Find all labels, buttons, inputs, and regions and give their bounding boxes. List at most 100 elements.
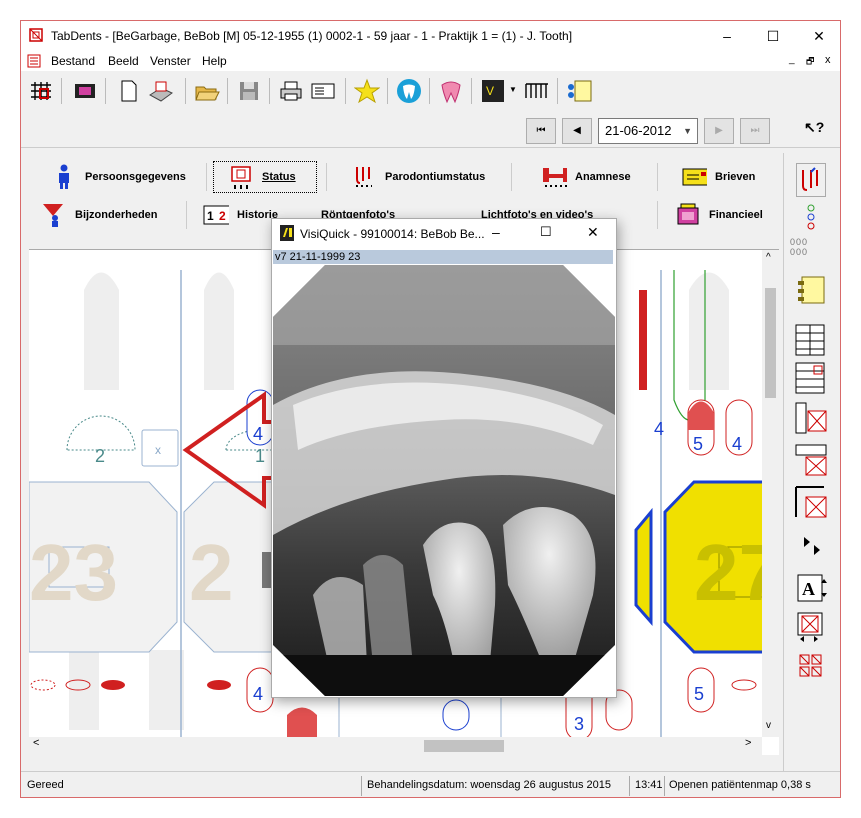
tab-label: Persoonsgegevens xyxy=(85,171,186,183)
split-red-icon[interactable] xyxy=(794,401,828,438)
scroll-thumb[interactable] xyxy=(424,740,504,752)
last-record-button[interactable]: ⏭ xyxy=(740,118,770,144)
print-icon[interactable] xyxy=(277,77,305,105)
paro-icon xyxy=(351,164,377,190)
corner-red-icon[interactable] xyxy=(794,485,828,522)
date-value: 21-06-2012 xyxy=(605,123,672,138)
status-message: Openen patiëntenmap 0,38 s xyxy=(669,779,811,791)
mdi-restore-button[interactable]: 🗗 xyxy=(806,54,814,70)
tooth-root-shape xyxy=(149,650,184,730)
pocket-label: 4 xyxy=(253,684,263,704)
first-record-button[interactable]: ⏮ xyxy=(526,118,556,144)
tab-label: Bijzonderheden xyxy=(75,209,158,221)
tab-separator xyxy=(657,201,658,229)
date-select[interactable]: 21-06-2012 ▼ xyxy=(598,118,698,144)
close-button[interactable]: ✕ xyxy=(796,21,840,51)
scroll-down-icon[interactable]: v xyxy=(766,720,771,731)
scroll-right-icon[interactable]: > xyxy=(745,737,751,749)
lines-icon[interactable] xyxy=(794,323,826,360)
minimize-button[interactable]: – xyxy=(704,21,750,51)
notes-icon[interactable] xyxy=(565,77,593,105)
tab-anamnese[interactable]: Anamnese xyxy=(541,161,631,193)
tooth-root-shape xyxy=(204,272,234,390)
tab-financieel[interactable]: Financieel xyxy=(675,199,763,231)
mdi-close-button[interactable]: x xyxy=(825,54,831,66)
tab-bijzonderheden[interactable]: Bijzonderheden xyxy=(41,199,158,231)
tab-historie[interactable]: 12 Historie xyxy=(203,199,278,231)
status-bar: Gereed Behandelingsdatum: woensdag 26 au… xyxy=(21,771,840,797)
next-record-button[interactable]: ▶ xyxy=(704,118,734,144)
teeth-row-icon[interactable] xyxy=(523,77,551,105)
status-treatment-date: Behandelingsdatum: woensdag 26 augustus … xyxy=(367,779,612,791)
status-icon xyxy=(228,164,254,190)
right-toolbar: ↖? 000 000 A xyxy=(783,119,840,771)
star-icon[interactable] xyxy=(353,77,381,105)
tab-separator xyxy=(206,163,207,191)
menu-bestand[interactable]: Bestand xyxy=(51,54,95,68)
scroll-up-icon[interactable]: ^ xyxy=(766,252,771,263)
tab-label: Anamnese xyxy=(575,171,631,183)
tab-separator xyxy=(326,163,327,191)
mobility-label: 1 xyxy=(255,446,265,466)
toolbar: V ▼ ⏮ ◀ 21-06-2012 ▼ ▶ ⏭ xyxy=(21,71,840,148)
menu-venster[interactable]: Venster xyxy=(150,54,191,68)
tab-label: Financieel xyxy=(709,209,763,221)
open-folder-icon[interactable] xyxy=(193,77,221,105)
tab-persoonsgegevens[interactable]: Persoonsgegevens xyxy=(51,161,186,193)
menu-help[interactable]: Help xyxy=(202,54,227,68)
zero-grid-icon[interactable]: 000 000 xyxy=(790,237,808,257)
visiquick-icon xyxy=(280,225,294,241)
table-red-icon[interactable] xyxy=(794,361,826,398)
toolbar-separator xyxy=(387,78,388,104)
horizontal-scrollbar[interactable]: < > xyxy=(29,737,762,755)
menu-beeld[interactable]: Beeld xyxy=(108,54,139,68)
popup-info-bar: v7 21-11-1999 23 xyxy=(273,250,613,264)
previous-record-button[interactable]: ◀ xyxy=(562,118,592,144)
chart-grid-icon[interactable] xyxy=(27,77,55,105)
tab-status[interactable]: Status xyxy=(213,161,317,193)
popup-close-button[interactable]: ✕ xyxy=(587,224,599,241)
visiquick-window[interactable]: VisiQuick - 99100014: BeBob Be... – ☐ ✕ … xyxy=(271,218,617,698)
tooth-blue-icon[interactable] xyxy=(395,77,423,105)
visiquick-icon[interactable]: V xyxy=(479,77,507,105)
split-red-icon-2[interactable] xyxy=(794,443,828,480)
film-icon[interactable] xyxy=(71,77,99,105)
missing-label: x xyxy=(155,443,161,457)
scanner-icon[interactable] xyxy=(147,77,175,105)
step-icon[interactable] xyxy=(800,533,824,562)
notes-icon[interactable] xyxy=(794,273,828,310)
tooth-pink-icon[interactable] xyxy=(437,77,465,105)
tab-brieven[interactable]: Brieven xyxy=(681,161,755,193)
new-document-icon[interactable] xyxy=(115,77,143,105)
tab-label: Parodontiumstatus xyxy=(385,171,486,183)
help-cursor-icon[interactable]: ↖? xyxy=(804,119,824,136)
history-icon: 12 xyxy=(203,202,229,228)
tab-label: Brieven xyxy=(715,171,756,183)
chevron-down-icon[interactable]: ▼ xyxy=(509,85,517,94)
dots-icon[interactable] xyxy=(798,203,824,238)
scroll-left-icon[interactable]: < xyxy=(33,737,39,749)
pocket-label: 4 xyxy=(654,419,664,439)
popup-maximize-button[interactable]: ☐ xyxy=(540,224,552,240)
pocket-label: 3 xyxy=(574,714,584,734)
save-icon[interactable] xyxy=(235,77,263,105)
scroll-thumb[interactable] xyxy=(765,288,776,398)
toolbar-separator xyxy=(345,78,346,104)
maximize-button[interactable]: ☐ xyxy=(750,21,796,51)
menu-bar: Bestand Beeld Venster Help _ 🗗 x xyxy=(21,51,840,71)
paro-view-icon[interactable] xyxy=(796,163,826,197)
mdi-minimize-button[interactable]: _ xyxy=(789,54,795,65)
tooth-root-shape xyxy=(84,272,119,390)
toolbar-separator xyxy=(227,78,228,104)
tab-label: Status xyxy=(262,171,296,183)
chevron-down-icon: ▼ xyxy=(683,126,692,136)
tab-parodontiumstatus[interactable]: Parodontiumstatus xyxy=(351,161,485,193)
wallet-icon xyxy=(675,202,701,228)
size-icon[interactable] xyxy=(796,611,830,646)
popup-minimize-button[interactable]: – xyxy=(492,224,500,240)
tooth-root-shape xyxy=(689,272,729,390)
card-icon[interactable] xyxy=(309,77,337,105)
multi-tooth-icon[interactable] xyxy=(798,653,824,682)
text-format-icon[interactable]: A xyxy=(796,573,830,606)
vertical-scrollbar[interactable]: ^ v xyxy=(762,250,779,737)
